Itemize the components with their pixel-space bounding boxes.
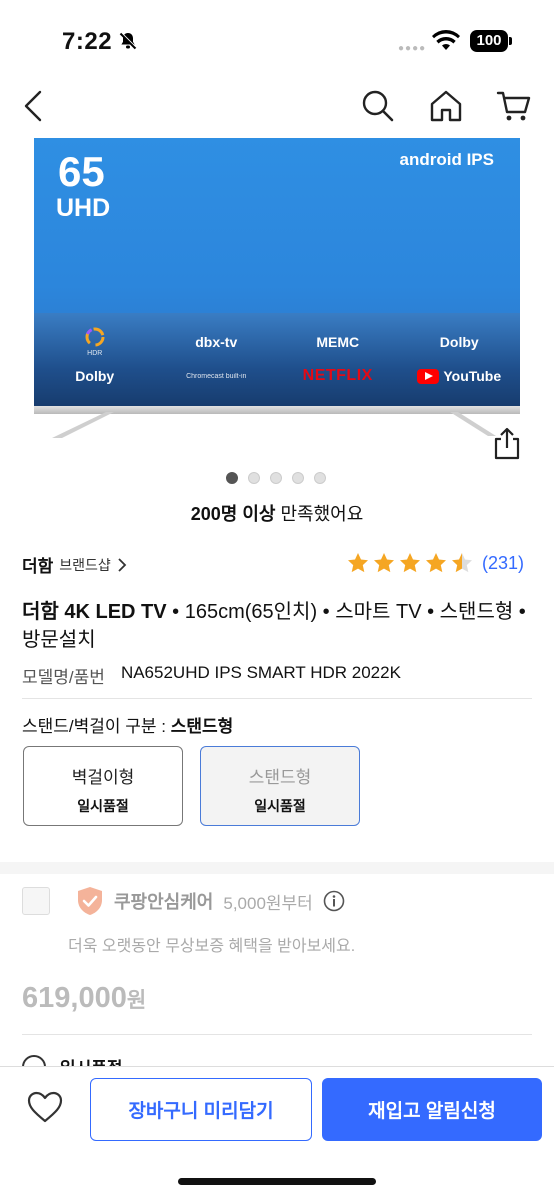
dbx-tv-logo: dbx-tv <box>195 334 238 350</box>
section-separator <box>0 862 554 874</box>
price-amount: 619,000 <box>22 982 127 1014</box>
status-bar: 7:22 ●●●● 100 <box>0 0 554 80</box>
battery-tip <box>509 37 512 45</box>
satisfaction-count: 200명 이상 <box>190 504 276 524</box>
brand-shop-link[interactable]: 브랜드샵 <box>59 555 111 575</box>
product-image[interactable]: 65 UHD android IPS HDR dbx-tv MEMC Dolby… <box>34 138 520 442</box>
brand-row[interactable]: 더함 브랜드샵 <box>22 552 127 577</box>
care-plan-row[interactable]: 쿠팡안심케어 5,000원부터 <box>22 886 345 916</box>
netflix-logo: NETFLIX <box>302 367 373 384</box>
star-full-icon <box>425 553 446 573</box>
cart-icon[interactable] <box>496 88 532 124</box>
divider <box>22 1034 532 1035</box>
wifi-icon <box>432 30 460 50</box>
tv-size-text: 65 <box>58 148 105 195</box>
bell-muted-icon <box>119 32 137 50</box>
heart-icon[interactable] <box>26 1088 64 1126</box>
divider <box>22 698 532 699</box>
star-half-icon <box>451 553 472 573</box>
chromecast-logo: Chromecast built-in <box>186 372 247 380</box>
hdr-logo: HDR <box>40 327 150 357</box>
tv-resolution-text: UHD <box>56 194 111 222</box>
tv-stand-left <box>52 412 114 438</box>
home-icon[interactable] <box>428 88 464 124</box>
carousel-dot[interactable] <box>248 472 260 484</box>
home-indicator[interactable] <box>178 1178 376 1185</box>
carousel-dot[interactable] <box>314 472 326 484</box>
hdr-icon <box>85 327 105 347</box>
tv-screen: 65 UHD android IPS HDR dbx-tv MEMC Dolby… <box>34 138 520 406</box>
price-unit: 원 <box>126 989 147 1012</box>
dolby-vision-logo: Dolby <box>439 334 479 350</box>
memc-logo: MEMC <box>316 334 360 350</box>
model-label: 모델명/품번 <box>22 668 105 687</box>
option-name: 스탠드형 <box>248 768 312 787</box>
battery-indicator: 100 <box>470 30 508 52</box>
brand-name[interactable]: 더함 <box>22 552 53 577</box>
option-status: 일시품절 <box>77 798 129 814</box>
signal-icon: ●●●● <box>398 43 427 54</box>
option-wall-mount[interactable]: 벽걸이형 일시품절 <box>23 746 183 826</box>
dolby-atmos-logo: Dolby <box>75 368 115 384</box>
model-row: 모델명/품번 NA652UHD IPS SMART HDR 2022K <box>22 663 401 688</box>
review-count[interactable]: (231) <box>482 553 524 574</box>
care-plan-description: 더욱 오랫동안 무상보증 혜택을 받아보세요. <box>68 938 356 955</box>
product-title-main: 더함 4K LED TV <box>22 601 167 623</box>
option-label: 스탠드/벽걸이 구분 : 스탠드형 <box>22 712 233 737</box>
price: 619,000원 <box>22 982 146 1015</box>
back-icon[interactable] <box>20 88 50 124</box>
carousel-dot[interactable] <box>226 472 238 484</box>
share-icon[interactable] <box>492 426 522 460</box>
satisfaction-rest: 만족했어요 <box>275 504 364 524</box>
info-icon[interactable] <box>323 890 345 912</box>
carousel-dot[interactable] <box>292 472 304 484</box>
satisfaction-text: 200명 이상 만족했어요 <box>0 500 554 526</box>
product-title: 더함 4K LED TV • 165cm(65인치) • 스마트 TV • 스탠… <box>22 598 532 654</box>
restock-alert-button[interactable]: 재입고 알림신청 <box>322 1078 542 1141</box>
option-stand[interactable]: 스탠드형 일시품절 <box>200 746 360 826</box>
youtube-play-icon <box>417 368 440 384</box>
option-label-text: 스탠드/벽걸이 구분 : <box>22 717 171 736</box>
carousel-dots[interactable] <box>226 472 326 484</box>
option-selected: 스탠드형 <box>170 717 234 736</box>
add-to-cart-button[interactable]: 장바구니 미리담기 <box>90 1078 312 1141</box>
star-full-icon <box>399 553 420 573</box>
chevron-right-icon <box>118 557 127 572</box>
youtube-logo: YouTube <box>404 368 514 384</box>
feature-band: HDR dbx-tv MEMC Dolby Dolby Chromecast b… <box>34 313 520 406</box>
star-full-icon <box>347 553 368 573</box>
model-value: NA652UHD IPS SMART HDR 2022K <box>120 663 401 682</box>
search-icon[interactable] <box>360 88 396 124</box>
care-plan-price: 5,000원부터 <box>223 893 313 913</box>
shield-check-icon <box>78 887 102 915</box>
star-full-icon <box>373 553 394 573</box>
carousel-dot[interactable] <box>270 472 282 484</box>
feature-row-2: Dolby Chromecast built-in NETFLIX YouTub… <box>34 367 520 385</box>
status-time: 7:22 <box>62 28 113 55</box>
feature-row-1: HDR dbx-tv MEMC Dolby <box>34 327 520 357</box>
option-name: 벽걸이형 <box>71 768 135 787</box>
care-plan-title: 쿠팡안심케어 <box>114 892 214 912</box>
rating[interactable]: (231) <box>346 551 524 575</box>
tv-brand-text: android IPS <box>399 150 494 169</box>
option-status: 일시품절 <box>254 798 306 814</box>
care-plan-checkbox[interactable] <box>22 887 50 915</box>
